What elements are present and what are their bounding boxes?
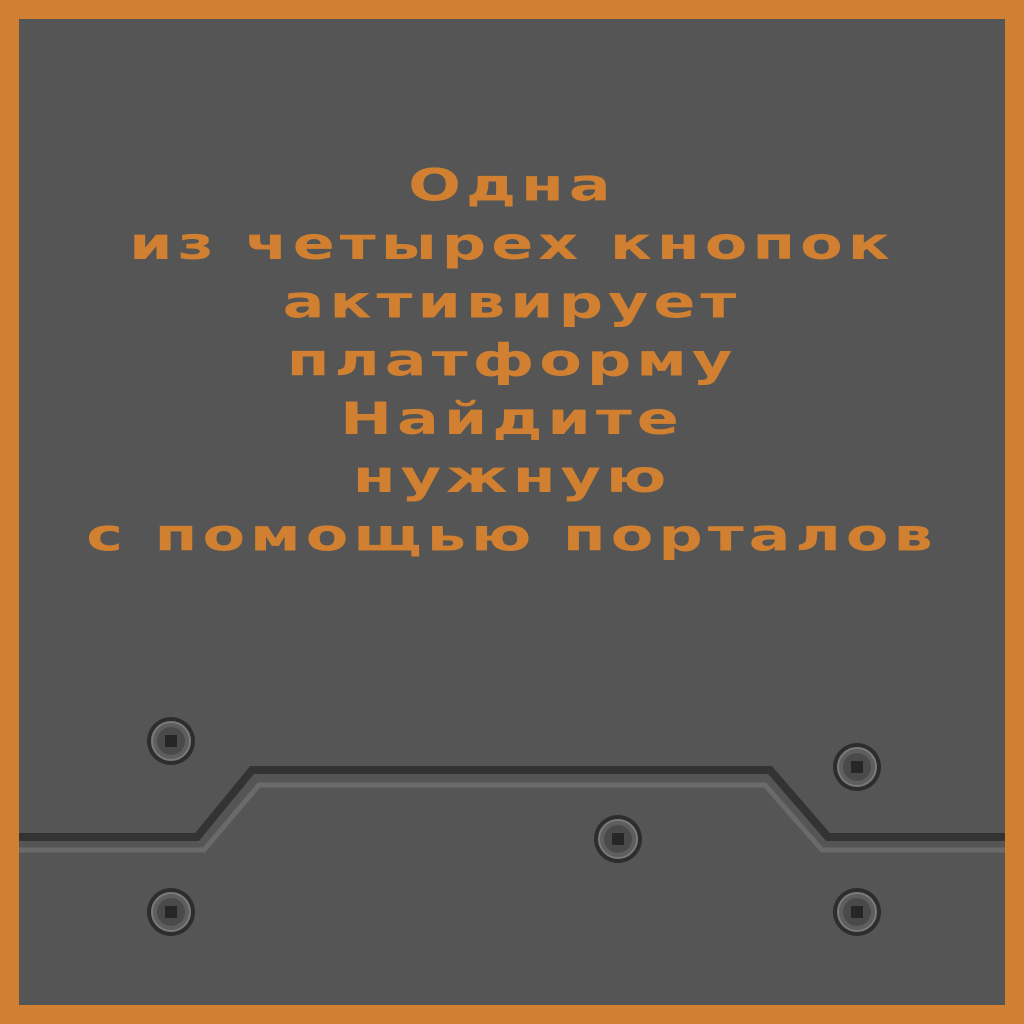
hint-panel: Одна из четырех кнопок активирует платформу… <box>0 0 1024 1024</box>
bolt-icon <box>594 815 642 863</box>
bolt-icon <box>147 888 195 936</box>
bolt-icon <box>833 888 881 936</box>
bolt-icon <box>833 743 881 791</box>
bolts <box>147 717 881 936</box>
panel-decor <box>19 717 1005 936</box>
bolt-icon <box>147 717 195 765</box>
